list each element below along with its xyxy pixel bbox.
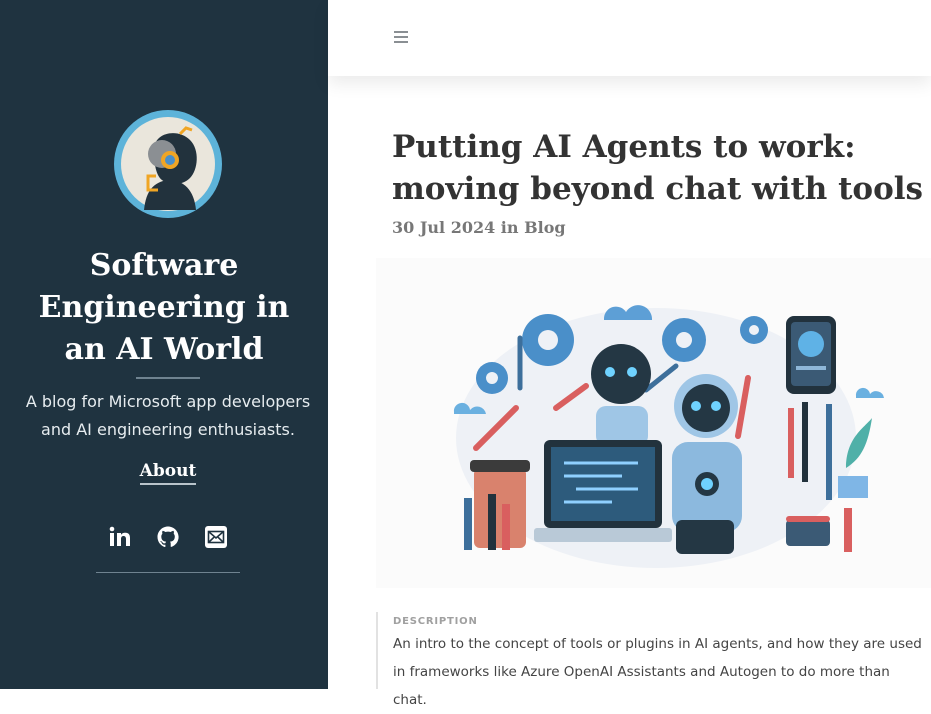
site-title[interactable]: Software Engineering in an AI World <box>20 245 308 371</box>
post-description: DESCRIPTION An intro to the concept of t… <box>376 612 931 708</box>
post-hero-illustration <box>376 258 931 588</box>
site-description: A blog for Microsoft app developers and … <box>25 392 311 439</box>
linkedin-icon[interactable] <box>108 525 132 549</box>
social-divider <box>96 572 240 573</box>
description-text: An intro to the concept of tools or plug… <box>393 636 922 708</box>
sidebar: Software Engineering in an AI World A bl… <box>0 0 328 689</box>
hamburger-menu-icon[interactable] <box>394 31 408 43</box>
post-meta: 30 Jul 2024 in Blog <box>392 218 566 237</box>
about-link[interactable]: About <box>0 461 336 485</box>
post-title: Putting AI Agents to work: moving beyond… <box>392 129 923 207</box>
about-link-label[interactable]: About <box>139 461 197 485</box>
email-icon[interactable] <box>204 525 228 549</box>
github-icon[interactable] <box>156 525 180 549</box>
site-avatar[interactable] <box>114 110 222 218</box>
top-bar <box>328 0 931 76</box>
description-label: DESCRIPTION <box>393 616 478 627</box>
post-category-link[interactable]: Blog <box>524 218 565 237</box>
title-divider <box>136 377 200 379</box>
social-links <box>96 525 240 555</box>
post-meta-in: in <box>500 218 519 237</box>
post-date: 30 Jul 2024 <box>392 218 496 237</box>
